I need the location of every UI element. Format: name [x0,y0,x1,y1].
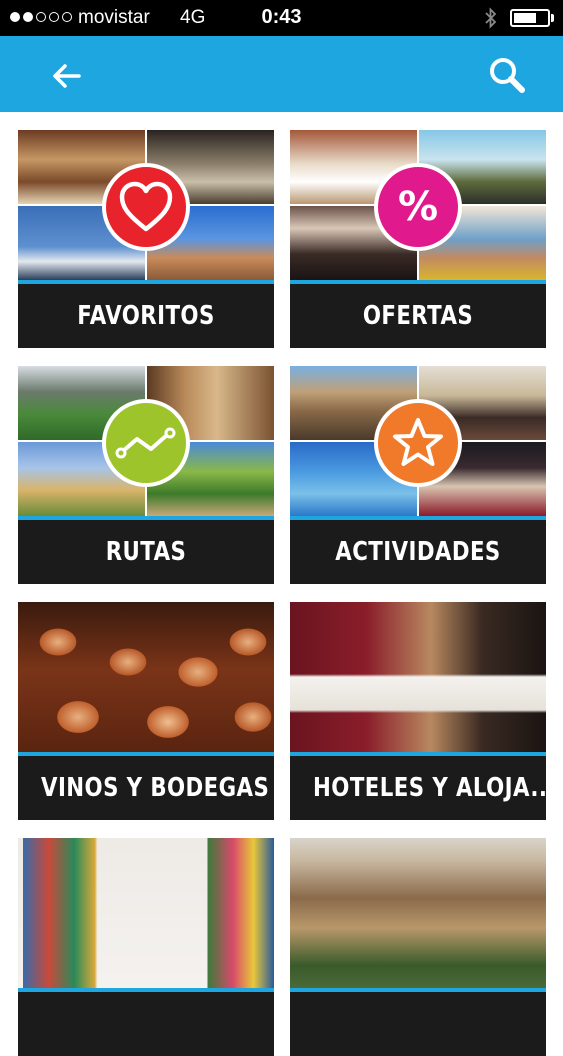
search-icon[interactable] [486,54,528,96]
star-icon [393,418,443,466]
category-tile-vinos[interactable]: VINOS Y BODEGAS [18,602,274,820]
category-label: VINOS Y BODEGAS [41,773,270,803]
category-tile-favoritos[interactable]: FAVORITOS [18,130,274,348]
heart-badge-icon [102,163,190,251]
category-tile-rutas[interactable]: RUTAS [18,366,274,584]
back-arrow-icon[interactable] [46,56,86,96]
category-label: ACTIVIDADES [335,537,501,567]
category-tile-hoteles[interactable]: HOTELES Y ALOJA... [290,602,546,820]
category-tile-actividades[interactable]: ACTIVIDADES [290,366,546,584]
heart-icon [119,181,173,232]
category-tile-museos[interactable] [18,838,274,1056]
battery-icon [510,9,550,27]
hotel-room-photo [290,602,546,752]
art-gallery-photo [18,838,274,988]
nav-bar [0,36,563,112]
percent-badge-icon: % [374,163,462,251]
category-grid: FAVORITOS % OFERTAS RUTAS ACTIVIDADES VI… [0,112,563,1056]
category-label: OFERTAS [362,301,474,331]
status-bar: movistar 4G 0:43 [0,0,563,36]
category-label: RUTAS [105,537,187,567]
category-tile-monumentos[interactable] [290,838,546,1056]
status-time: 0:43 [261,6,302,28]
bluetooth-icon [485,7,497,29]
category-tile-ofertas[interactable]: % OFERTAS [290,130,546,348]
category-label: FAVORITOS [77,301,215,331]
route-badge-icon [102,399,190,487]
palace-courtyard-photo [290,838,546,988]
category-label [41,992,251,1056]
wine-barrels-photo [18,602,274,752]
route-icon [115,427,176,459]
category-label [313,992,523,1056]
category-label: HOTELES Y ALOJA... [313,773,546,803]
percent-icon: % [397,184,439,230]
star-badge-icon [374,399,462,487]
